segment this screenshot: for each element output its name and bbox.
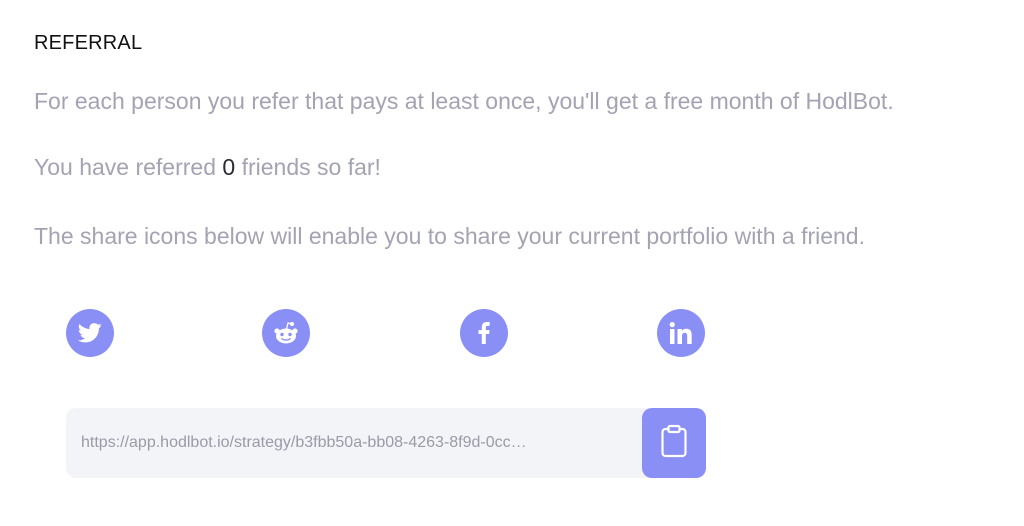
- reddit-icon: [273, 321, 299, 345]
- share-buttons-row: [66, 309, 706, 357]
- copy-url-button[interactable]: [642, 408, 706, 478]
- referral-count-suffix: friends so far!: [235, 154, 381, 180]
- share-twitter-button[interactable]: [66, 309, 114, 357]
- share-facebook-button[interactable]: [460, 309, 508, 357]
- referral-count-prefix: You have referred: [34, 154, 223, 180]
- share-url-field: https://app.hodlbot.io/strategy/b3fbb50a…: [66, 408, 706, 478]
- clipboard-icon: [660, 424, 688, 463]
- share-url-text[interactable]: https://app.hodlbot.io/strategy/b3fbb50a…: [81, 408, 641, 478]
- section-title: REFERRAL: [34, 32, 143, 54]
- twitter-icon: [78, 323, 102, 343]
- linkedin-icon: [669, 322, 693, 344]
- share-linkedin-button[interactable]: [657, 309, 705, 357]
- share-info-text: The share icons below will enable you to…: [34, 223, 865, 249]
- referral-info-text: For each person you refer that pays at l…: [34, 88, 894, 114]
- share-reddit-button[interactable]: [262, 309, 310, 357]
- referral-count-value: 0: [222, 154, 236, 180]
- referral-count-text: You have referred 0 friends so far!: [34, 153, 381, 181]
- facebook-icon: [478, 322, 490, 344]
